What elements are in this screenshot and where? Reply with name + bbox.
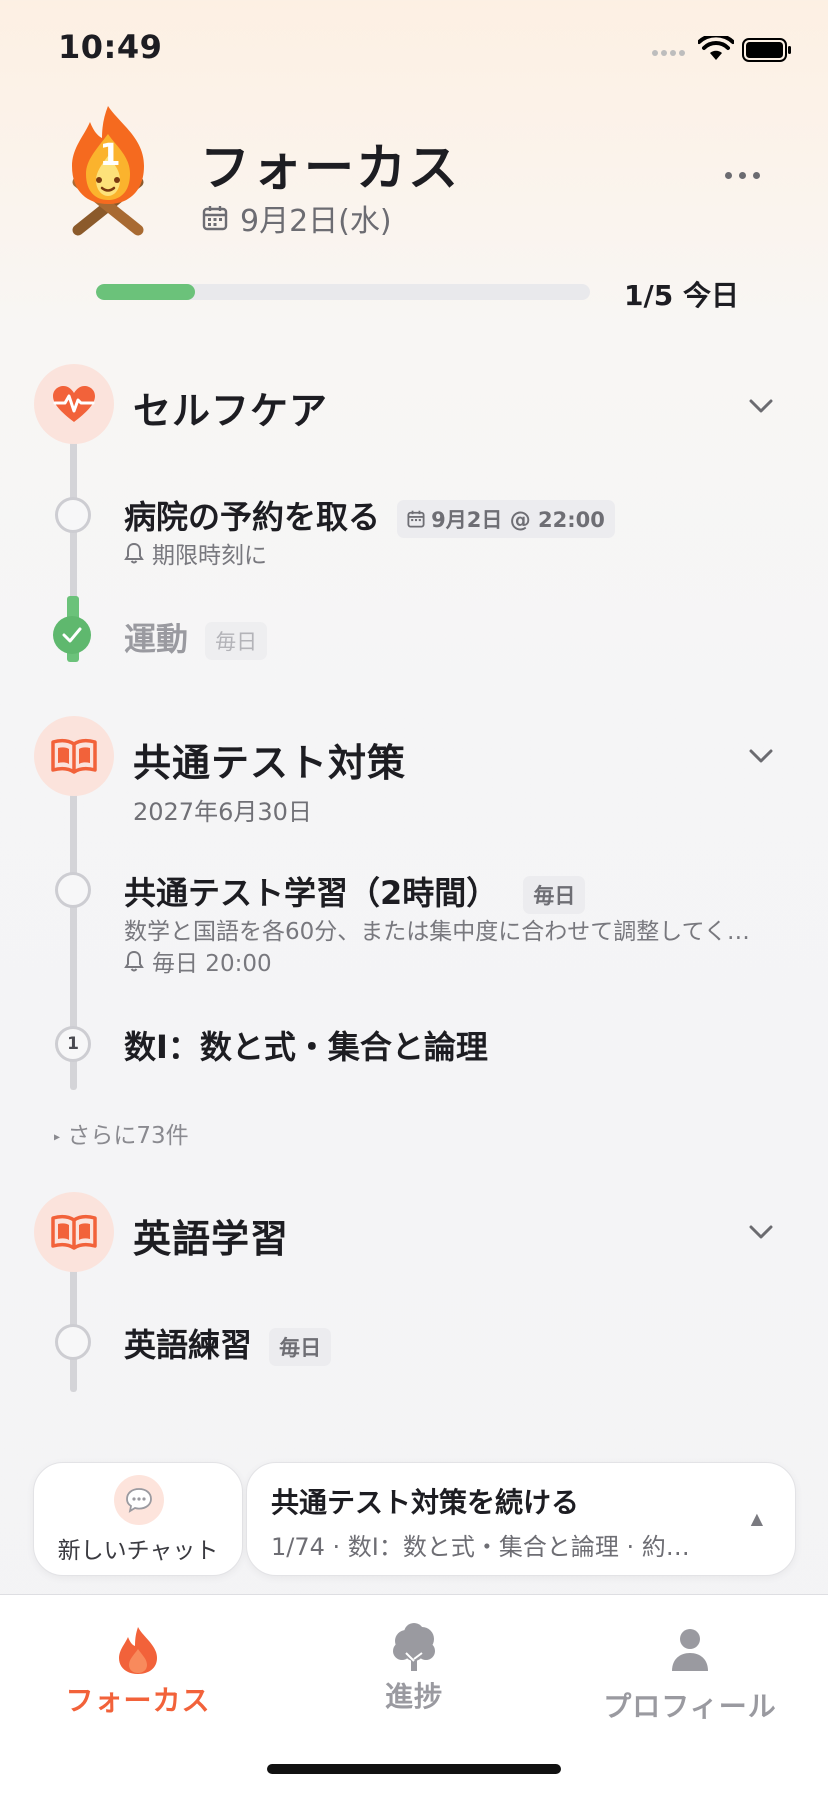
daily-progress-bar <box>96 284 590 300</box>
show-more-text: さらに73件 <box>67 1123 189 1149</box>
category-title[interactable]: 英語学習 <box>133 1208 289 1263</box>
checkmark-icon <box>62 627 82 643</box>
tag-text: 9月2日 @ 22:00 <box>431 508 605 532</box>
person-icon <box>672 1629 708 1671</box>
heart-pulse-icon <box>34 364 114 444</box>
category-title[interactable]: セルフケア <box>133 380 328 435</box>
repeat-tag: 毎日 <box>523 876 586 914</box>
task-checkbox-checked[interactable] <box>53 616 91 654</box>
reminder-text: 毎日 20:00 <box>152 951 272 977</box>
streak-count: 1 <box>99 138 121 173</box>
category-deadline: 2027年6月30日 <box>133 798 312 826</box>
task-item[interactable]: 英語練習 毎日 <box>124 1320 332 1366</box>
tree-icon <box>393 1623 435 1671</box>
reminder-row: 期限時刻に <box>124 536 267 570</box>
task-checkbox[interactable] <box>55 1324 91 1360</box>
flame-icon <box>119 1627 157 1674</box>
due-date-tag: 9月2日 @ 22:00 <box>397 500 615 538</box>
header-date: 9月2日(水) <box>240 204 392 239</box>
page-title: フォーカス <box>200 139 460 197</box>
calendar-icon <box>407 510 425 528</box>
continue-session-button[interactable]: 共通テスト対策を続ける 1/74 · 数I：数と式・集合と論理 · 約30分 ▲ <box>246 1462 796 1576</box>
task-title: 運動 <box>124 620 189 658</box>
chevron-down-icon[interactable] <box>746 1222 776 1242</box>
tab-label: プロフィール <box>603 1690 777 1723</box>
status-time: 10:49 <box>58 28 163 66</box>
bell-icon <box>124 950 144 972</box>
task-item[interactable]: 数I：数と式・集合と論理 <box>124 1022 488 1068</box>
chat-bubble-icon <box>114 1475 164 1525</box>
bell-icon <box>124 542 144 564</box>
home-indicator <box>267 1764 561 1774</box>
tab-progress[interactable]: 進捗 <box>276 1595 552 1745</box>
chevron-down-icon[interactable] <box>746 746 776 766</box>
book-open-icon <box>34 716 114 796</box>
continue-subtitle: 1/74 · 数I：数と式・集合と論理 · 約30分 <box>271 1533 701 1561</box>
reminder-text: 期限時刻に <box>152 543 267 569</box>
task-title: 英語練習 <box>124 1326 253 1364</box>
task-checkbox[interactable] <box>55 872 91 908</box>
tab-label: 進捗 <box>384 1680 443 1713</box>
reminder-row: 毎日 20:00 <box>124 944 272 978</box>
progress-label: 1/5 今日 <box>624 279 739 312</box>
category-title[interactable]: 共通テスト対策 <box>133 732 406 787</box>
new-chat-label: 新しいチャット <box>57 1538 219 1564</box>
repeat-tag: 毎日 <box>205 622 268 660</box>
task-title: 共通テスト学習（2時間） <box>124 874 499 912</box>
triangle-right-icon: ▸ <box>54 1129 61 1144</box>
tab-profile[interactable]: プロフィール <box>552 1595 828 1745</box>
calendar-icon <box>202 206 228 231</box>
task-number-badge[interactable]: 1 <box>55 1026 91 1062</box>
repeat-tag: 毎日 <box>269 1328 332 1366</box>
date-row: 9月2日(水) <box>202 196 392 240</box>
new-chat-button[interactable]: 新しいチャット <box>33 1462 243 1576</box>
cellular-signal-icon <box>652 50 690 60</box>
chevron-down-icon[interactable] <box>746 396 776 416</box>
task-item[interactable]: 共通テスト学習（2時間） 毎日 <box>124 868 586 914</box>
book-open-icon <box>34 1192 114 1272</box>
show-more-link[interactable]: ▸ さらに73件 <box>54 1116 189 1150</box>
task-item[interactable]: 運動 毎日 <box>124 614 268 660</box>
wifi-icon <box>697 33 735 66</box>
more-options-button[interactable] <box>712 160 772 190</box>
triangle-up-icon[interactable]: ▲ <box>751 1509 763 1528</box>
task-checkbox[interactable] <box>55 497 91 533</box>
task-item[interactable]: 病院の予約を取る 9月2日 @ 22:00 <box>124 492 615 538</box>
battery-icon <box>742 38 791 62</box>
tab-focus[interactable]: フォーカス <box>0 1595 276 1745</box>
continue-title: 共通テスト対策を続ける <box>271 1486 580 1519</box>
task-note: 数学と国語を各60分、または集中度に合わせて調整してください <box>124 919 770 945</box>
progress-fill <box>96 284 195 300</box>
tab-label: フォーカス <box>65 1684 211 1717</box>
task-title: 病院の予約を取る <box>124 498 381 536</box>
